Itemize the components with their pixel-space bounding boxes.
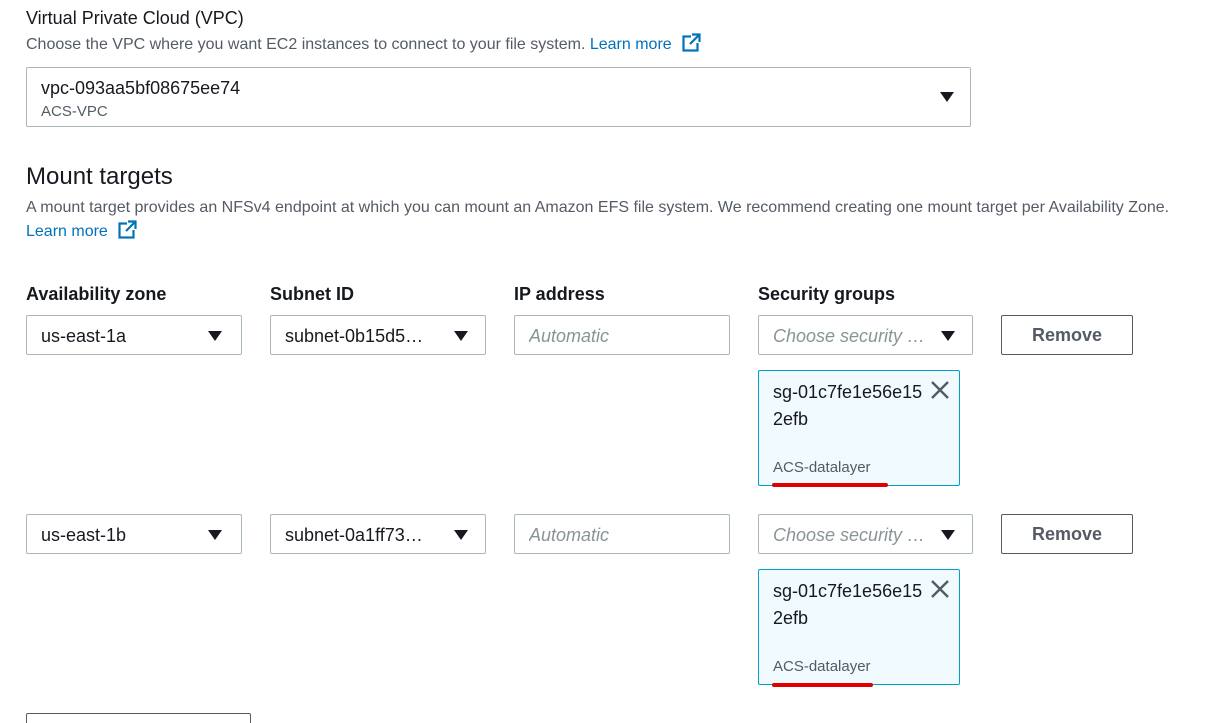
- chevron-down-icon: [941, 331, 955, 341]
- vpc-learn-more-link[interactable]: Learn more: [590, 36, 672, 53]
- subnet-select[interactable]: subnet-0b15d5…: [270, 315, 486, 355]
- close-icon[interactable]: [929, 578, 951, 600]
- security-groups-placeholder: Choose security …: [773, 525, 926, 545]
- close-icon[interactable]: [929, 379, 951, 401]
- subnet-select[interactable]: subnet-0a1ff73…: [270, 514, 486, 554]
- chevron-down-icon: [454, 331, 468, 341]
- annotation-underline: [772, 483, 888, 487]
- ip-address-input[interactable]: Automatic: [514, 315, 730, 355]
- availability-zone-value: us-east-1a: [41, 326, 127, 346]
- column-header-ip-address: IP address: [514, 284, 605, 304]
- ip-address-placeholder: Automatic: [529, 326, 610, 346]
- vpc-description: Choose the VPC where you want EC2 instan…: [26, 33, 702, 57]
- ip-address-input[interactable]: Automatic: [514, 514, 730, 554]
- security-group-token: sg-01c7fe1e56e152efb ACS-datalayer: [758, 569, 960, 685]
- chevron-down-icon: [941, 530, 955, 540]
- chevron-down-icon: [454, 530, 468, 540]
- mount-targets-description: A mount target provides an NFSv4 endpoin…: [26, 196, 1201, 244]
- security-groups-select[interactable]: Choose security …: [758, 514, 973, 554]
- remove-button[interactable]: Remove: [1001, 514, 1133, 554]
- security-group-token-id: sg-01c7fe1e56e152efb: [773, 581, 923, 628]
- mount-targets-description-text: A mount target provides an NFSv4 endpoin…: [26, 199, 1170, 216]
- external-link-icon[interactable]: [682, 33, 702, 52]
- vpc-label: Virtual Private Cloud (VPC): [26, 8, 244, 28]
- security-group-token-name: ACS-datalayer: [773, 459, 871, 476]
- annotation-underline: [772, 683, 873, 687]
- chevron-down-icon: [940, 92, 954, 102]
- subnet-value: subnet-0a1ff73…: [285, 525, 423, 545]
- security-group-token-name: ACS-datalayer: [773, 658, 871, 675]
- column-header-availability-zone: Availability zone: [26, 284, 167, 304]
- mount-targets-heading: Mount targets: [26, 163, 173, 190]
- availability-zone-select[interactable]: us-east-1a: [26, 315, 242, 355]
- external-link-icon[interactable]: [118, 220, 138, 239]
- security-group-token-id: sg-01c7fe1e56e152efb: [773, 382, 923, 429]
- mount-targets-learn-more-link[interactable]: Learn more: [26, 223, 108, 240]
- availability-zone-value: us-east-1b: [41, 525, 127, 545]
- remove-button[interactable]: Remove: [1001, 315, 1133, 355]
- add-mount-target-button[interactable]: [26, 713, 251, 723]
- vpc-select[interactable]: vpc-093aa5bf08675ee74 ACS-VPC: [26, 67, 971, 127]
- vpc-description-text: Choose the VPC where you want EC2 instan…: [26, 36, 586, 53]
- subnet-value: subnet-0b15d5…: [285, 326, 424, 346]
- chevron-down-icon: [208, 530, 222, 540]
- vpc-selected-id: vpc-093aa5bf08675ee74: [41, 78, 241, 98]
- security-groups-select[interactable]: Choose security …: [758, 315, 973, 355]
- chevron-down-icon: [208, 331, 222, 341]
- column-header-security-groups: Security groups: [758, 284, 896, 304]
- column-header-subnet-id: Subnet ID: [270, 284, 354, 304]
- security-groups-placeholder: Choose security …: [773, 326, 926, 346]
- security-group-token: sg-01c7fe1e56e152efb ACS-datalayer: [758, 370, 960, 486]
- ip-address-placeholder: Automatic: [529, 525, 610, 545]
- vpc-selected-name: ACS-VPC: [41, 103, 108, 120]
- availability-zone-select[interactable]: us-east-1b: [26, 514, 242, 554]
